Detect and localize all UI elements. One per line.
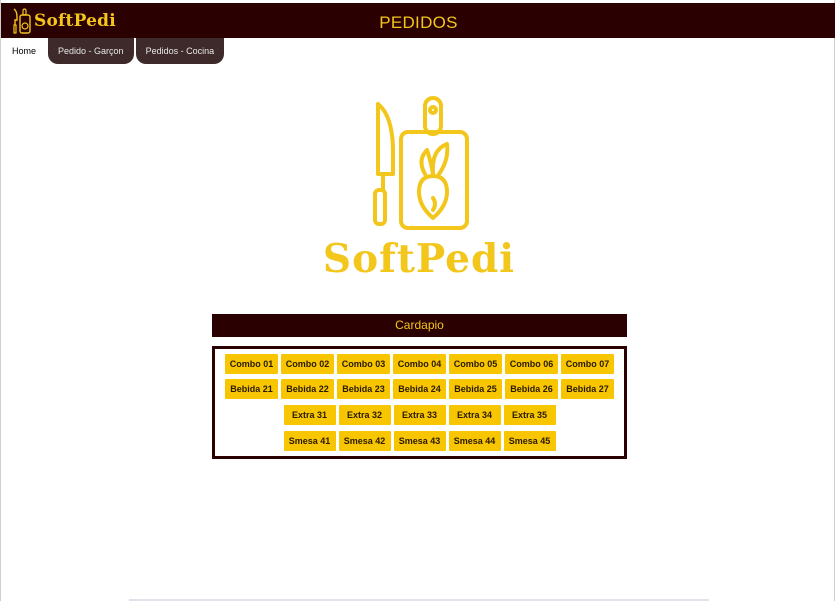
menu-item-button[interactable]: Bebida 27 [561, 379, 614, 399]
menu-item-button[interactable]: Bebida 21 [225, 379, 278, 399]
bebida-row: Bebida 21 Bebida 22 Bebida 23 Bebida 24 … [215, 379, 624, 399]
menu-item-button[interactable]: Bebida 25 [449, 379, 502, 399]
menu-item-button[interactable]: Combo 03 [337, 354, 390, 374]
menu-item-button[interactable]: Smesa 41 [283, 431, 336, 451]
nav-home-link[interactable]: Home [1, 38, 47, 64]
menu-item-button[interactable]: Combo 02 [281, 354, 334, 374]
menu-item-button[interactable]: Extra 32 [338, 405, 391, 425]
menu-item-button[interactable]: Extra 33 [393, 405, 446, 425]
tab-pedido-garcon[interactable]: Pedido - Garçon [48, 38, 134, 64]
extra-row: Extra 31 Extra 32 Extra 33 Extra 34 Extr… [215, 405, 624, 425]
app-window: SoftPedi PEDIDOS Home Pedido - Garçon Pe… [0, 0, 835, 601]
menu-item-button[interactable]: Bebida 26 [505, 379, 558, 399]
menu-item-button[interactable]: Combo 05 [449, 354, 502, 374]
top-bar: SoftPedi PEDIDOS [1, 3, 835, 38]
menu-item-button[interactable]: Extra 34 [448, 405, 501, 425]
menu-item-button[interactable]: Smesa 44 [448, 431, 501, 451]
menu-item-button[interactable]: Bebida 23 [337, 379, 390, 399]
smesa-row: Smesa 41 Smesa 42 Smesa 43 Smesa 44 Smes… [215, 431, 624, 451]
menu-item-button[interactable]: Combo 04 [393, 354, 446, 374]
menu-item-button[interactable]: Extra 35 [503, 405, 556, 425]
nav-bar: Home Pedido - Garçon Pedidos - Cocina [1, 38, 225, 64]
menu-item-button[interactable]: Bebida 24 [393, 379, 446, 399]
combo-row: Combo 01 Combo 02 Combo 03 Combo 04 Comb… [215, 354, 624, 374]
cardapio-panel: Combo 01 Combo 02 Combo 03 Combo 04 Comb… [212, 346, 627, 459]
menu-item-button[interactable]: Smesa 43 [393, 431, 446, 451]
menu-item-button[interactable]: Combo 07 [561, 354, 614, 374]
page-title: PEDIDOS [379, 13, 458, 32]
tab-pedidos-cocina[interactable]: Pedidos - Cocina [135, 38, 225, 64]
hero-brand-name: SoftPedi [322, 236, 516, 282]
menu-item-button[interactable]: Bebida 22 [281, 379, 334, 399]
cardapio-header: Cardapio [212, 314, 627, 337]
menu-item-button[interactable]: Smesa 42 [338, 431, 391, 451]
menu-item-button[interactable]: Extra 31 [283, 405, 336, 425]
menu-item-button[interactable]: Combo 06 [505, 354, 558, 374]
menu-item-button[interactable]: Smesa 45 [503, 431, 556, 451]
menu-item-button[interactable]: Combo 01 [225, 354, 278, 374]
